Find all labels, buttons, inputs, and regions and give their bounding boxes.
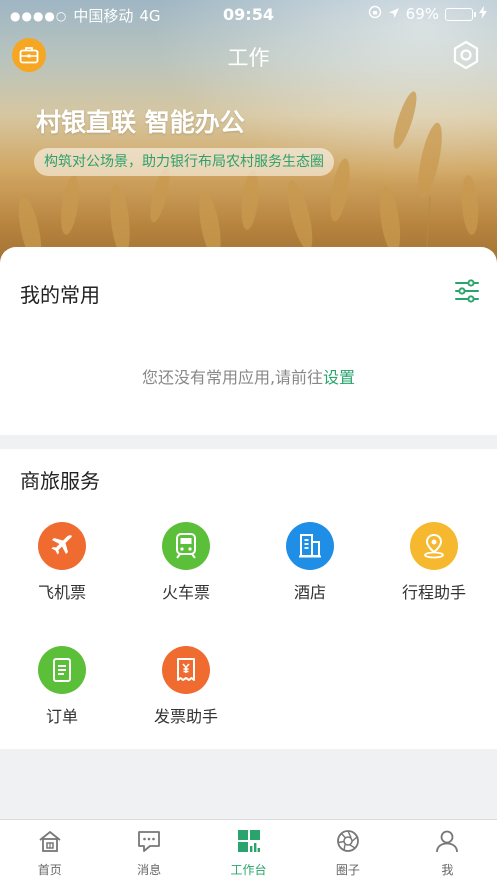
service-hotel-label: 酒店 xyxy=(293,583,326,602)
tab-circle[interactable]: 圈子 xyxy=(298,820,397,883)
travel-services-card: 商旅服务 飞机票 火车票 酒店 行程助手 订单 发票助手 xyxy=(0,449,497,749)
rotation-lock-icon xyxy=(368,5,382,23)
banner-subslogan: 构筑对公场景，助力银行布局农村服务生态圈 xyxy=(34,148,334,176)
workbench-icon xyxy=(237,830,260,852)
service-invoice-label: 发票助手 xyxy=(153,707,218,726)
service-invoice[interactable]: 发票助手 xyxy=(124,646,248,727)
charging-icon xyxy=(479,5,487,23)
tab-home-label: 首页 xyxy=(37,863,62,877)
settings-link[interactable]: 设置 xyxy=(323,368,355,387)
tab-workbench-label: 工作台 xyxy=(230,863,267,877)
my-common-card: 我的常用 您还没有常用应用,请前往设置 xyxy=(0,247,497,435)
invoice-icon-circle xyxy=(162,646,210,694)
service-train-label: 火车票 xyxy=(161,583,210,602)
top-nav: 工作 xyxy=(0,36,497,76)
sliders-icon xyxy=(455,279,479,303)
service-itinerary-label: 行程助手 xyxy=(401,583,466,602)
header-banner: ●●●●○ 中国移动 4G 09:54 69% 工作 村银直联 智能办公 构筑对… xyxy=(0,0,497,275)
airplane-icon xyxy=(51,535,72,555)
flight-icon-circle xyxy=(38,522,86,570)
order-icon-circle xyxy=(38,646,86,694)
location-arrow-icon xyxy=(388,5,400,23)
service-order[interactable]: 订单 xyxy=(0,646,124,727)
service-itinerary[interactable]: 行程助手 xyxy=(372,522,496,603)
tab-me-label: 我 xyxy=(441,863,454,877)
train-icon-circle xyxy=(162,522,210,570)
tab-messages-label: 消息 xyxy=(137,863,162,877)
hotel-icon xyxy=(299,534,321,558)
service-flight[interactable]: 飞机票 xyxy=(0,522,124,603)
tab-home[interactable]: 首页 xyxy=(0,820,99,883)
tab-me[interactable]: 我 xyxy=(398,820,497,883)
itinerary-icon-circle xyxy=(410,522,458,570)
service-flight-label: 飞机票 xyxy=(37,583,86,602)
order-list-icon xyxy=(53,658,71,682)
tab-messages[interactable]: 消息 xyxy=(99,820,198,883)
service-hotel[interactable]: 酒店 xyxy=(248,522,372,603)
home-icon xyxy=(39,830,61,852)
profile-icon xyxy=(436,830,459,853)
status-bar: ●●●●○ 中国移动 4G 09:54 69% xyxy=(0,0,497,30)
page-title: 工作 xyxy=(227,46,270,70)
invoice-icon xyxy=(177,658,195,681)
settings-button[interactable] xyxy=(451,40,481,70)
train-icon xyxy=(176,533,196,559)
bottom-tab-bar: 首页 消息 工作台 圈子 我 xyxy=(0,819,497,883)
app-screen: ●●●●○ 中国移动 4G 09:54 69% 工作 村银直联 智能办公 构筑对… xyxy=(0,0,497,883)
aperture-icon xyxy=(337,830,359,852)
service-order-label: 订单 xyxy=(45,707,78,726)
tab-workbench[interactable]: 工作台 xyxy=(199,820,298,883)
battery-icon xyxy=(445,7,476,21)
gear-icon xyxy=(453,40,479,70)
my-common-title: 我的常用 xyxy=(20,283,100,307)
location-pin-icon xyxy=(424,533,444,559)
tab-circle-label: 圈子 xyxy=(335,863,360,877)
empty-common-text: 您还没有常用应用,请前往 xyxy=(141,368,324,387)
hotel-icon-circle xyxy=(286,522,334,570)
customize-common-button[interactable] xyxy=(453,277,481,305)
empty-common-message: 您还没有常用应用,请前往设置 xyxy=(0,364,497,388)
message-icon xyxy=(138,831,161,852)
service-train[interactable]: 火车票 xyxy=(124,522,248,603)
banner-slogan: 村银直联 智能办公 xyxy=(36,108,245,137)
battery-percent: 69% xyxy=(405,5,439,23)
travel-services-title: 商旅服务 xyxy=(20,469,100,493)
